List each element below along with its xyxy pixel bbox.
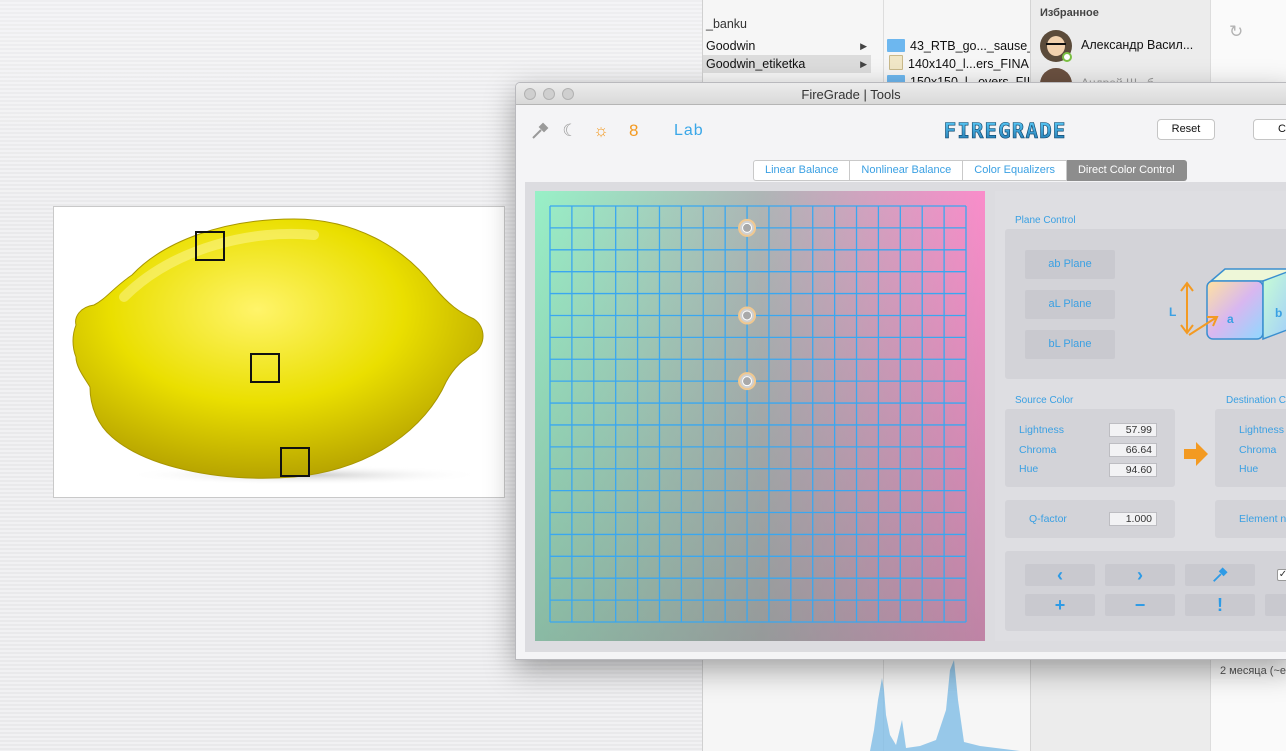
firegrade-logo: FIREGRADE [943, 120, 1067, 142]
next-button[interactable]: › [1105, 564, 1175, 586]
svg-text:L: L [1169, 305, 1176, 319]
favorites-heading: Избранное [1040, 7, 1099, 19]
remove-point-button[interactable]: − [1105, 594, 1175, 616]
svg-text:b: b [1275, 306, 1282, 320]
chevron-left-icon: ‹ [1057, 565, 1063, 585]
contact-item[interactable]: Александр Васил... [1040, 30, 1210, 64]
window-title: FireGrade | Tools [801, 87, 901, 102]
dest-chroma-label: Chroma [1239, 444, 1277, 456]
extra-button[interactable] [1265, 594, 1286, 616]
al-plane-button[interactable]: aL Plane [1025, 290, 1115, 319]
number-badge[interactable]: 8 [629, 121, 638, 141]
chroma-value[interactable]: 66.64 [1109, 443, 1157, 457]
lightness-value[interactable]: 57.99 [1109, 423, 1157, 437]
folder-icon [887, 39, 905, 52]
finder-item-goodwin-etiketka[interactable]: Goodwin_etiketka ▶ [703, 55, 871, 73]
q-factor-group: Q-factor 1.000 [1005, 500, 1175, 538]
lightness-label: Lightness [1019, 424, 1064, 436]
source-color-group: Lightness 57.99 Chroma 66.64 Hue 94.60 [1005, 409, 1175, 487]
sun-icon[interactable]: ☼ [591, 121, 611, 141]
hue-label: Hue [1019, 463, 1039, 475]
color-plane[interactable] [535, 191, 985, 641]
tool-content: Plane Control ab Plane aL Plane bL Plane [525, 182, 1286, 652]
plane-control-title: Plane Control [1015, 215, 1076, 226]
document-icon [889, 55, 903, 70]
destination-color-title: Destination C [1226, 395, 1286, 406]
reset-button[interactable]: Reset [1157, 119, 1215, 140]
previous-button[interactable]: ‹ [1025, 564, 1095, 586]
ab-plane-button[interactable]: ab Plane [1025, 250, 1115, 279]
q-factor-label: Q-factor [1029, 513, 1067, 525]
color-grid[interactable] [535, 191, 985, 641]
element-label: Element n [1239, 513, 1286, 525]
finder-file-1[interactable]: 43_RTB_go..._sause_p [884, 37, 1031, 55]
sample-marker-1[interactable] [195, 231, 225, 261]
tab-nonlinear-balance[interactable]: Nonlinear Balance [850, 160, 964, 181]
message-date: 2 месяца (~е [1220, 665, 1286, 677]
eyedropper-button[interactable] [1185, 564, 1255, 586]
hue-value[interactable]: 94.60 [1109, 463, 1157, 477]
disclosure-arrow-icon: ▶ [860, 59, 867, 69]
element-group: Element n [1215, 500, 1286, 538]
actions-group: ‹ › ✓ + − ! [1005, 551, 1286, 631]
moon-icon[interactable]: ☾ [560, 121, 580, 141]
preview-image-frame [53, 206, 505, 498]
alert-button[interactable]: ! [1185, 594, 1255, 616]
control-point-3[interactable] [738, 372, 757, 391]
finder-file-2[interactable]: 140x140_l...ers_FINA [884, 55, 1031, 73]
plane-control-group: ab Plane aL Plane bL Plane L a b [1005, 229, 1286, 379]
dest-hue-label: Hue [1239, 463, 1259, 475]
arrow-right-icon [1184, 442, 1208, 466]
exclamation-icon: ! [1217, 595, 1223, 615]
minus-icon: − [1134, 595, 1146, 615]
chroma-label: Chroma [1019, 444, 1057, 456]
eyedropper-icon [1213, 567, 1228, 582]
titlebar: FireGrade | Tools [516, 83, 1286, 105]
control-point-1[interactable] [738, 218, 757, 237]
sample-marker-3[interactable] [280, 447, 310, 477]
enable-checkbox[interactable]: ✓ [1277, 569, 1286, 581]
control-point-2[interactable] [738, 306, 757, 325]
control-panel: Plane Control ab Plane aL Plane bL Plane [995, 191, 1286, 641]
finder-path: _banku [706, 17, 748, 31]
colorspace-label[interactable]: Lab [674, 122, 704, 140]
online-status-icon [1062, 52, 1072, 62]
lemon-image [72, 218, 484, 485]
plus-icon: + [1054, 595, 1066, 615]
histogram-graphic [870, 660, 1020, 751]
cancel-button[interactable]: Can [1253, 119, 1286, 140]
firegrade-window: FireGrade | Tools ☾ ☼ 8 Lab FIREGRADE Re… [515, 82, 1286, 660]
tab-direct-color-control[interactable]: Direct Color Control [1066, 160, 1187, 181]
tab-bar: Linear Balance Nonlinear Balance Color E… [753, 160, 1187, 182]
finder-item-goodwin[interactable]: Goodwin ▶ [703, 37, 871, 55]
bl-plane-button[interactable]: bL Plane [1025, 330, 1115, 359]
contact-name: Александр Васил... [1081, 38, 1194, 52]
disclosure-arrow-icon: ▶ [860, 41, 867, 51]
tab-linear-balance[interactable]: Linear Balance [753, 160, 851, 181]
source-color-title: Source Color [1015, 395, 1074, 406]
refresh-icon[interactable]: ↻ [1229, 22, 1243, 42]
chevron-right-icon: › [1137, 565, 1143, 585]
destination-color-group: Lightness Chroma Hue [1215, 409, 1286, 487]
lab-cube-icon: L a b [1169, 268, 1286, 341]
q-factor-value[interactable]: 1.000 [1109, 512, 1157, 526]
dest-lightness-label: Lightness [1239, 424, 1284, 436]
sample-marker-2[interactable] [250, 353, 280, 383]
eyedropper-icon[interactable] [530, 121, 550, 141]
tab-color-equalizers[interactable]: Color Equalizers [963, 160, 1067, 181]
add-point-button[interactable]: + [1025, 594, 1095, 616]
svg-text:a: a [1227, 312, 1234, 326]
svg-text:FIREGRADE: FIREGRADE [944, 120, 1067, 142]
